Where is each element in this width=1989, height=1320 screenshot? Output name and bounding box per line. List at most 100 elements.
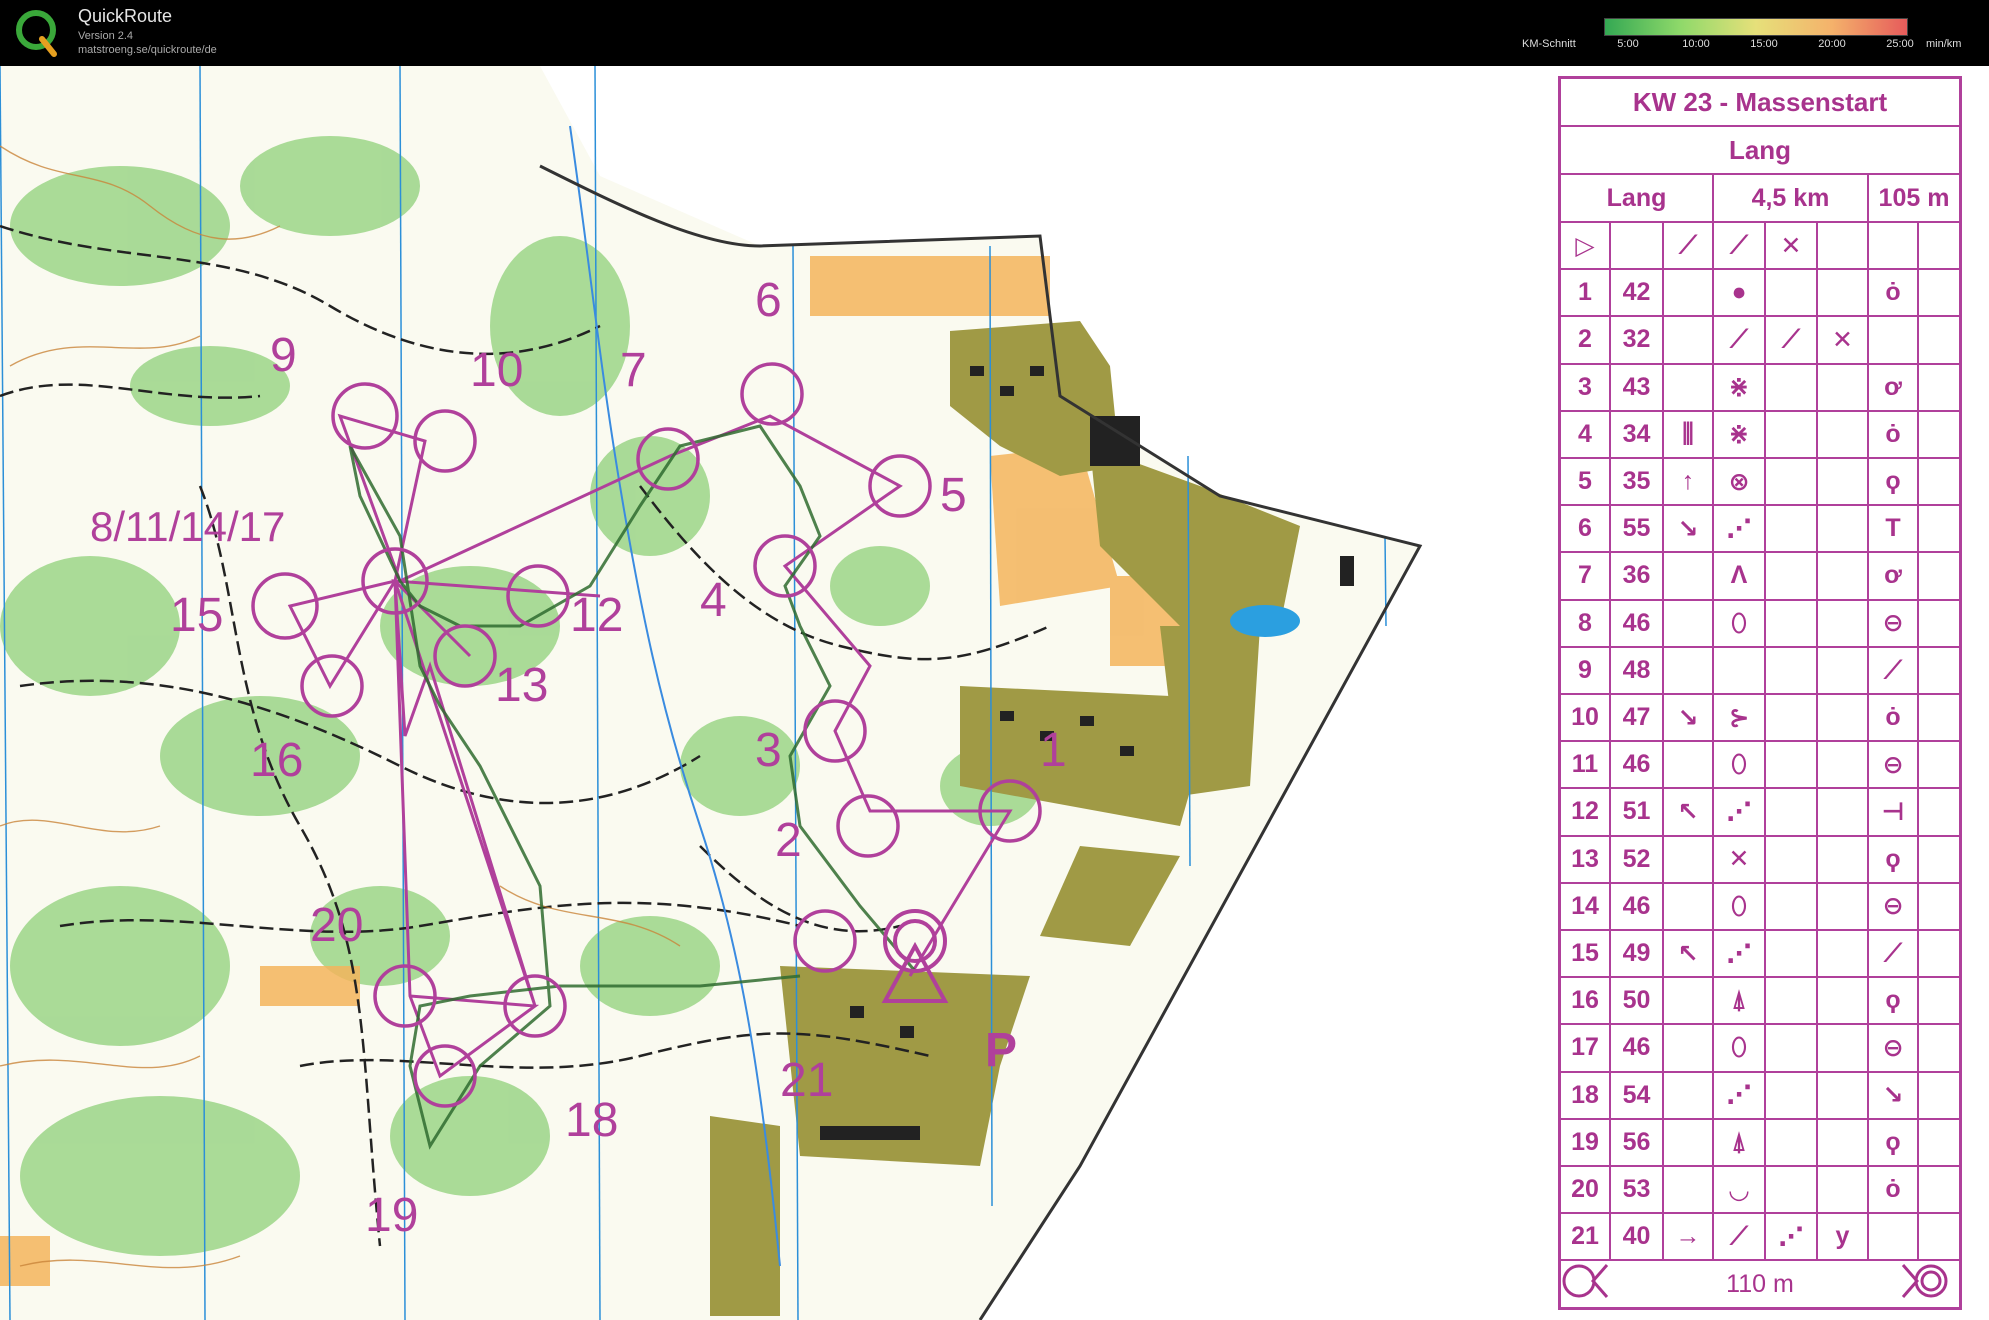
col-h-symbol: [1919, 789, 1959, 834]
col-f-symbol: [1818, 1119, 1869, 1165]
desc-control-row: 3 43 ⋇ ơ: [1561, 364, 1959, 412]
col-d-symbol: Λ: [1714, 553, 1766, 599]
control-number: 21: [1561, 1214, 1611, 1260]
control-number: 20: [1561, 1167, 1611, 1213]
control-number: 5: [1561, 459, 1611, 505]
control-label-6: 6: [755, 274, 782, 327]
control-number: 17: [1561, 1025, 1611, 1071]
desc-control-row: 20 53 ◡ ȯ: [1561, 1167, 1959, 1215]
col-g-symbol: ⊖: [1869, 883, 1919, 929]
orienteering-map[interactable]: 9 10 7 6 5 8/11/14/17 15 12 4 13 16 3 1 …: [0, 66, 1989, 1320]
lake: [1230, 605, 1300, 637]
control-number: 6: [1561, 506, 1611, 552]
col-c-symbol: ↖: [1664, 789, 1714, 835]
col-f-symbol: [1818, 789, 1869, 835]
col-e-symbol: [1766, 506, 1818, 552]
col-g-symbol: ⊣: [1869, 789, 1919, 835]
col-d-symbol: ⊱: [1714, 695, 1766, 741]
col-g-symbol: [1869, 317, 1919, 363]
col-f-symbol: [1818, 553, 1869, 599]
control-code: 43: [1611, 364, 1664, 410]
col-c-symbol: ↑: [1664, 459, 1714, 505]
control-label-21: 21: [780, 1054, 833, 1107]
control-code: 51: [1611, 789, 1664, 835]
col-g-symbol: ⊖: [1869, 600, 1919, 646]
col-c-symbol: [1664, 1025, 1714, 1071]
col-c-symbol: ↘: [1664, 695, 1714, 741]
control-label-18: 18: [565, 1094, 618, 1147]
course-length: 4,5 km: [1714, 175, 1869, 221]
col-h-symbol: [1919, 365, 1959, 410]
desc-control-row: 7 36 Λơ: [1561, 553, 1959, 601]
col-f-symbol: [1818, 411, 1869, 457]
control-number: 8: [1561, 600, 1611, 646]
col-f-symbol: [1818, 364, 1869, 410]
col-e-symbol: ⟋: [1766, 317, 1818, 363]
col-d-symbol: ⊗: [1714, 459, 1766, 505]
col-d-symbol: [1714, 647, 1766, 693]
col-e-symbol: [1766, 883, 1818, 929]
finish-start-icon: [1561, 1261, 1621, 1307]
speed-legend-label: KM-Schnitt: [1522, 38, 1576, 50]
desc-control-row: 4 34 ⫼ ⋇ ȯ: [1561, 411, 1959, 459]
col-g-symbol: ȯ: [1869, 270, 1919, 316]
col-e-symbol: [1766, 1167, 1818, 1213]
control-code: 42: [1611, 270, 1664, 316]
control-label-1: 1: [1040, 724, 1067, 777]
legend-tick: 10:00: [1682, 38, 1710, 50]
control-code: 55: [1611, 506, 1664, 552]
col-d-symbol: ⟋: [1714, 223, 1766, 269]
control-number: 14: [1561, 883, 1611, 929]
col-e-symbol: [1766, 789, 1818, 835]
desc-course-row: Lang 4,5 km 105 m: [1561, 175, 1959, 223]
quickroute-logo-icon: [16, 10, 57, 57]
col-c-symbol: ↘: [1664, 506, 1714, 552]
desc-control-row: 10 47 ↘ ⊱ ȯ: [1561, 695, 1959, 743]
col-c-symbol: [1664, 742, 1714, 788]
col-e-symbol: ✕: [1766, 223, 1818, 269]
col-g-symbol: ϙ: [1869, 459, 1919, 505]
event-title: KW 23 - Massenstart: [1632, 86, 1888, 117]
control-number: 10: [1561, 695, 1611, 741]
col-f-symbol: [1818, 1072, 1869, 1118]
desc-control-row: 21 40 → ⟋ ⋰ y: [1561, 1214, 1959, 1262]
desc-finish-row: 110 m: [1561, 1261, 1959, 1307]
event-class: Lang: [1728, 134, 1792, 165]
col-d-symbol: ⬯: [1714, 883, 1766, 929]
col-c-symbol: [1664, 978, 1714, 1024]
control-code: 50: [1611, 978, 1664, 1024]
control-code: 56: [1611, 1119, 1664, 1165]
desc-control-row: 14 46 ⬯ ⊖: [1561, 883, 1959, 931]
control-number: 13: [1561, 836, 1611, 882]
col-d-symbol: ⬯: [1714, 600, 1766, 646]
col-e-symbol: [1766, 1072, 1818, 1118]
control-code: 52: [1611, 836, 1664, 882]
control-code: 54: [1611, 1072, 1664, 1118]
control-label-9: 9: [270, 329, 297, 382]
control-code: [1611, 223, 1664, 269]
col-g-symbol: ⊖: [1869, 1025, 1919, 1071]
col-g-symbol: ϙ: [1869, 836, 1919, 882]
col-g-symbol: ⊖: [1869, 742, 1919, 788]
control-code: 47: [1611, 695, 1664, 741]
col-c-symbol: [1664, 553, 1714, 599]
control-number: 11: [1561, 742, 1611, 788]
app-version: Version 2.4: [78, 30, 134, 42]
desc-control-row: 5 35 ↑ ⊗ ϙ: [1561, 459, 1959, 507]
col-d-symbol: ✕: [1714, 836, 1766, 882]
legend-tick: 15:00: [1750, 38, 1778, 50]
desc-control-row: 19 56 ⍋ ϙ: [1561, 1119, 1959, 1167]
control-code: 32: [1611, 317, 1664, 363]
col-e-symbol: [1766, 695, 1818, 741]
col-e-symbol: [1766, 1025, 1818, 1071]
course-climb: 105 m: [1878, 183, 1950, 212]
col-h-symbol: [1919, 412, 1959, 457]
col-h-symbol: [1919, 1214, 1959, 1259]
col-h-symbol: [1919, 459, 1959, 504]
desc-class-row: Lang: [1561, 127, 1959, 175]
app-url[interactable]: matstroeng.se/quickroute/de: [78, 44, 217, 56]
col-d-symbol: ⟋: [1714, 1214, 1766, 1260]
control-code: 36: [1611, 553, 1664, 599]
col-d-symbol: ⍋: [1714, 978, 1766, 1024]
col-h-symbol: [1919, 931, 1959, 976]
